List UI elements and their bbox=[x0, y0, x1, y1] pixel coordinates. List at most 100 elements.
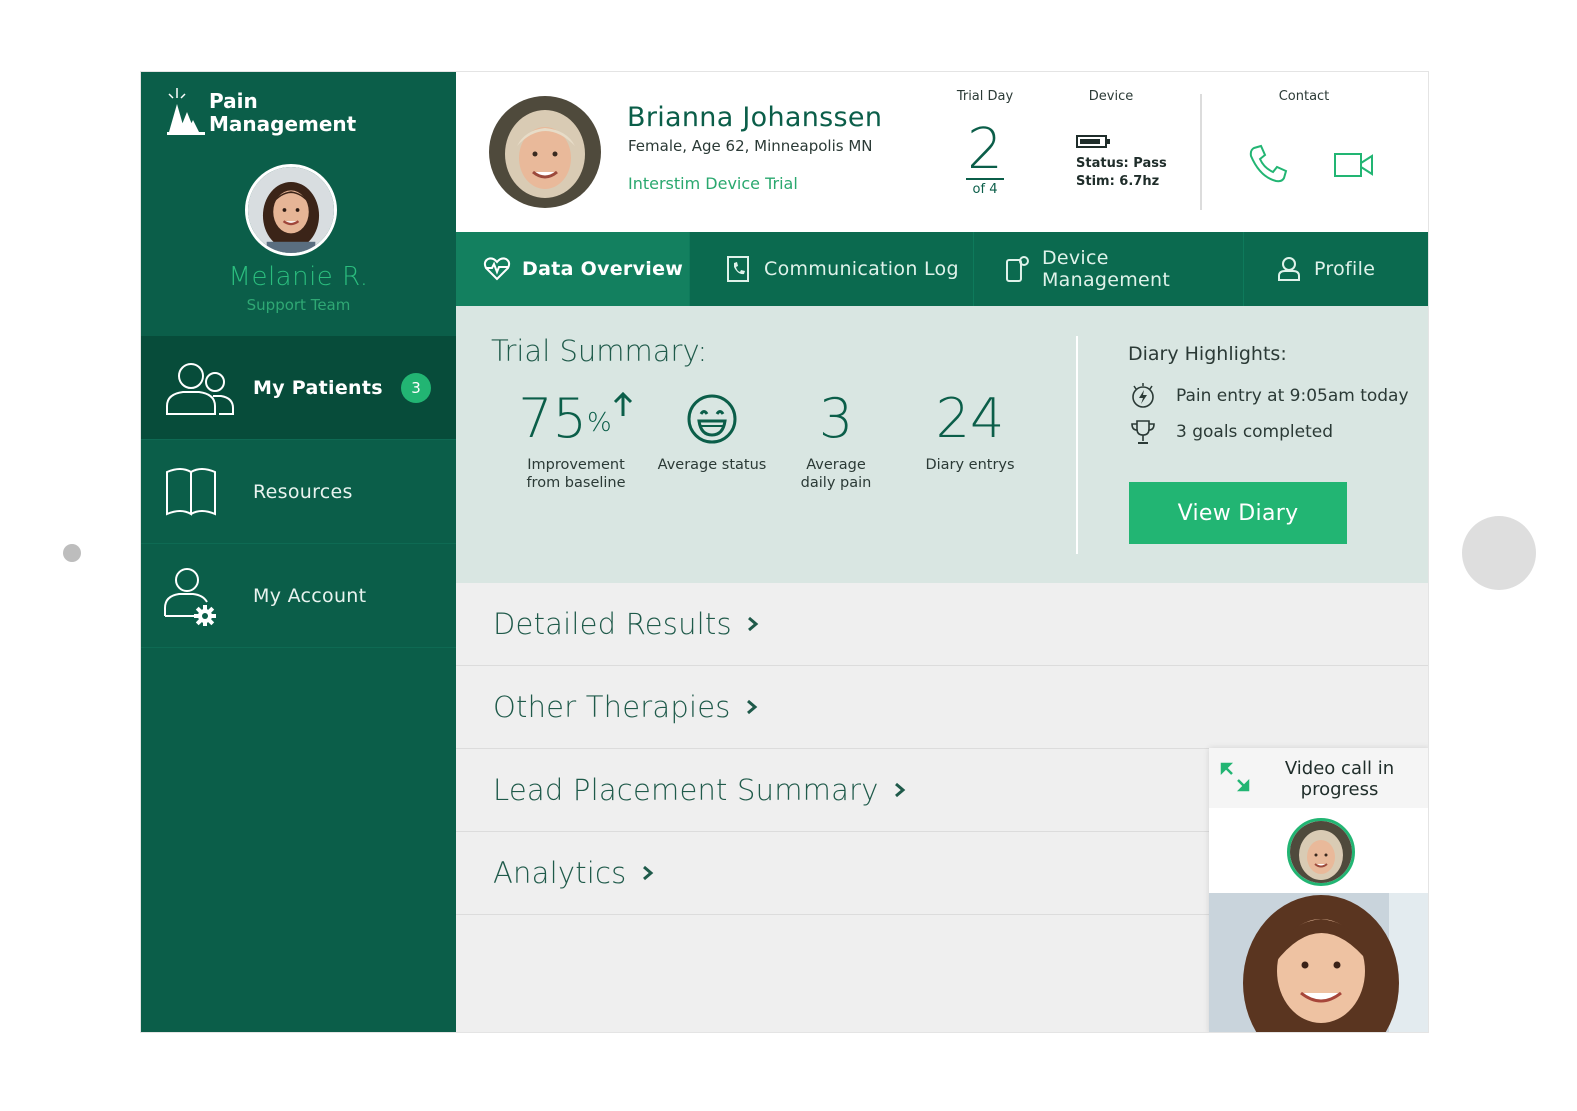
device-label: Device bbox=[1088, 89, 1134, 104]
user-avatar[interactable] bbox=[245, 164, 337, 256]
diary-highlight-text: 3 goals completed bbox=[1176, 422, 1334, 442]
stat-average-daily-pain: 3 Average daily pain bbox=[792, 384, 880, 492]
tab-profile[interactable]: Profile bbox=[1244, 232, 1428, 306]
video-call-header: Video call in progress bbox=[1209, 748, 1428, 808]
user-avatar-image bbox=[248, 167, 334, 253]
trial-day-divider bbox=[966, 178, 1004, 180]
sidebar-item-resources[interactable]: Resources bbox=[141, 440, 456, 544]
section-label: Analytics bbox=[493, 856, 627, 890]
tab-label: Device Management bbox=[1041, 247, 1171, 291]
stat-value: 24 bbox=[935, 387, 1005, 450]
trial-day-label: Trial Day bbox=[956, 89, 1014, 104]
stat-value: 75% bbox=[506, 384, 646, 454]
tab-communication-log[interactable]: Communication Log bbox=[690, 232, 974, 306]
trophy-icon bbox=[1131, 420, 1155, 444]
tab-data-overview[interactable]: Data Overview bbox=[456, 232, 690, 314]
patient-avatar[interactable] bbox=[489, 96, 601, 208]
phone-call-icon[interactable] bbox=[1246, 142, 1290, 186]
video-feed-image bbox=[1209, 893, 1428, 1032]
arrow-up-icon bbox=[613, 391, 632, 416]
expand-icon[interactable] bbox=[1219, 761, 1251, 793]
chevron-right-icon bbox=[747, 616, 759, 632]
brand-line2: Management bbox=[209, 112, 357, 136]
tab-bar: Data Overview Communication Log Device M… bbox=[456, 232, 1428, 314]
caller-avatar-image bbox=[1290, 821, 1352, 883]
stat-label-line1: Average bbox=[806, 457, 866, 473]
sidebar: Pain Management Melanie R. Support Team bbox=[141, 72, 456, 1032]
contact-label: Contact bbox=[1278, 89, 1330, 104]
device-home-button[interactable] bbox=[1462, 516, 1536, 590]
tab-label: Profile bbox=[1314, 258, 1376, 280]
diary-highlight-text: Pain entry at 9:05am today bbox=[1176, 386, 1409, 406]
account-settings-icon bbox=[164, 567, 216, 626]
sidebar-item-label: My Account bbox=[253, 584, 367, 607]
user-role: Support Team bbox=[246, 296, 351, 314]
stat-label-line2: from baseline bbox=[526, 475, 626, 491]
summary-divider bbox=[1076, 336, 1078, 554]
stat-label-line2: daily pain bbox=[800, 475, 872, 491]
stat-improvement: 75% Improvement from baseline bbox=[506, 384, 646, 492]
stat-average-status: Average status bbox=[654, 384, 770, 474]
battery-icon bbox=[1076, 135, 1110, 148]
trial-summary-panel: Trial Summary: 75% Improvement from base… bbox=[456, 306, 1428, 583]
pain-bolt-icon bbox=[1132, 383, 1154, 408]
stat-diary-entries: 24 Diary entrys bbox=[916, 384, 1024, 474]
smiley-face-icon bbox=[687, 394, 737, 444]
stat-label: Average daily pain bbox=[792, 456, 880, 492]
patient-trial-type[interactable]: Interstim Device Trial bbox=[628, 174, 798, 193]
video-title-line2: progress bbox=[1300, 779, 1379, 800]
video-caller-thumbnail bbox=[1287, 818, 1355, 886]
stat-label-line1: Improvement bbox=[527, 457, 625, 473]
sidebar-item-my-patients[interactable]: My Patients 3 bbox=[141, 336, 456, 440]
diary-highlight-item: 3 goals completed bbox=[1128, 418, 1333, 446]
brand-name: Pain Management bbox=[209, 90, 356, 136]
patient-name: Brianna Johanssen bbox=[627, 102, 883, 133]
trial-summary-title: Trial Summary: bbox=[491, 334, 708, 368]
stat-label: Diary entrys bbox=[925, 457, 1015, 473]
brand-line1: Pain bbox=[209, 89, 258, 113]
video-title-line1: Video call in bbox=[1284, 758, 1395, 779]
user-icon bbox=[1278, 257, 1300, 281]
book-icon bbox=[166, 467, 216, 516]
device-status-text: Status: Pass bbox=[1076, 156, 1167, 171]
brand: Pain Management bbox=[165, 84, 356, 136]
sidebar-item-label: Resources bbox=[253, 480, 353, 503]
tab-label: Communication Log bbox=[764, 258, 959, 280]
section-label: Detailed Results bbox=[493, 607, 732, 641]
tab-label: Data Overview bbox=[522, 258, 684, 280]
patient-details: Female, Age 62, Minneapolis MN bbox=[628, 137, 873, 155]
trial-day-total: of 4 bbox=[972, 182, 998, 197]
view-diary-button[interactable]: View Diary bbox=[1129, 482, 1347, 544]
user-name: Melanie R. bbox=[228, 262, 369, 292]
pain-management-logo-icon bbox=[167, 88, 205, 135]
diary-highlight-item: Pain entry at 9:05am today bbox=[1128, 382, 1409, 410]
section-label: Lead Placement Summary bbox=[493, 773, 879, 807]
stat-label: Improvement from baseline bbox=[506, 456, 646, 492]
section-detailed-results[interactable]: Detailed Results bbox=[456, 583, 1428, 666]
stat-value bbox=[654, 384, 770, 454]
video-call-icon[interactable] bbox=[1332, 144, 1376, 188]
video-feed bbox=[1209, 893, 1428, 1032]
device-status: Status: Pass Stim: 6.7hz bbox=[1076, 155, 1167, 191]
diary-highlights-title: Diary Highlights: bbox=[1128, 343, 1287, 365]
improvement-unit: % bbox=[587, 408, 612, 438]
header-divider bbox=[1200, 94, 1202, 210]
heart-pulse-icon bbox=[483, 257, 511, 281]
phone-log-icon bbox=[727, 256, 749, 282]
device-side-dot bbox=[63, 544, 81, 562]
video-call-panel[interactable]: Video call in progress bbox=[1209, 748, 1428, 1032]
app-window: Pain Management Melanie R. Support Team bbox=[140, 71, 1429, 1033]
sidebar-item-label: My Patients bbox=[253, 376, 383, 399]
stat-value: 3 bbox=[818, 387, 854, 450]
section-label: Other Therapies bbox=[493, 690, 731, 724]
patient-header: Brianna Johanssen Female, Age 62, Minnea… bbox=[456, 72, 1428, 232]
video-call-status: Video call in progress bbox=[1257, 758, 1422, 800]
chevron-right-icon bbox=[642, 865, 653, 881]
improvement-value: 75 bbox=[518, 387, 587, 450]
patients-icon bbox=[166, 362, 234, 415]
trial-day-value: 2 bbox=[967, 117, 1003, 182]
tab-device-management[interactable]: Device Management bbox=[974, 232, 1244, 306]
stat-label: Average status bbox=[657, 457, 767, 473]
sidebar-item-my-account[interactable]: My Account bbox=[141, 544, 456, 648]
section-other-therapies[interactable]: Other Therapies bbox=[456, 666, 1428, 749]
